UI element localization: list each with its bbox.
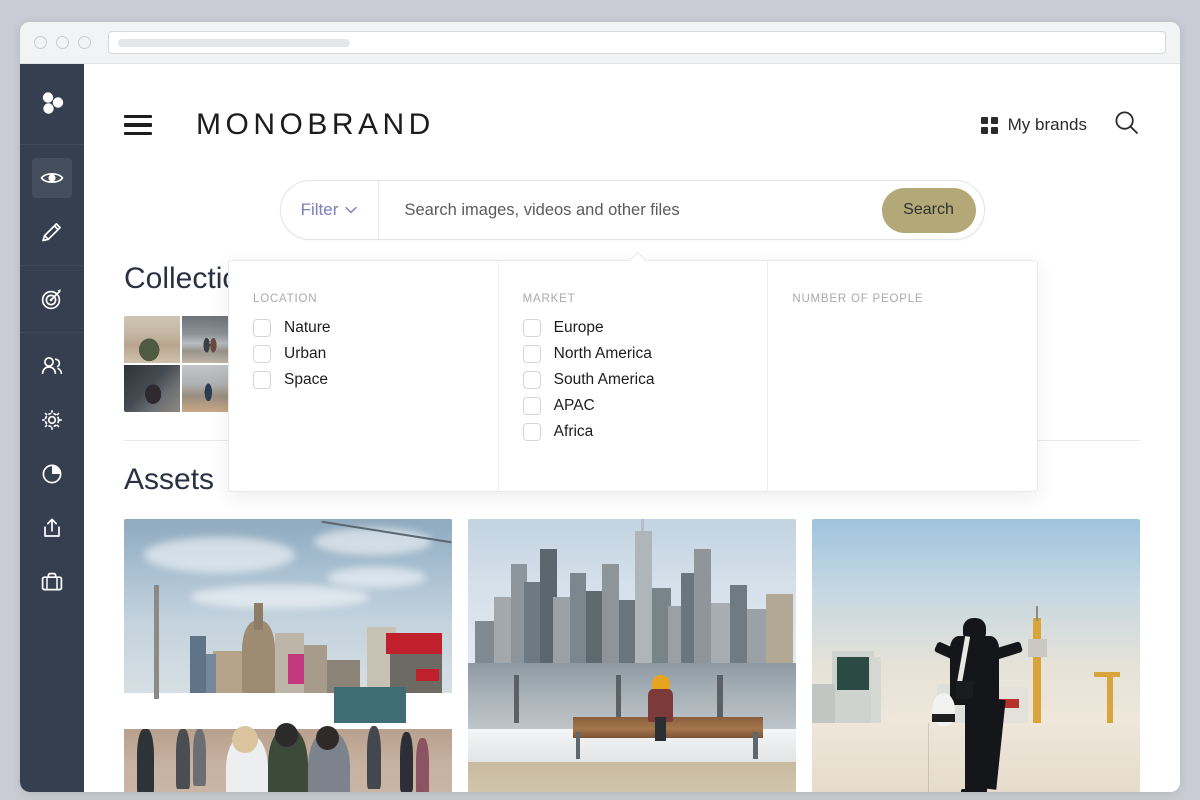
asset-thumbnail (468, 519, 796, 792)
target-icon (32, 279, 72, 319)
monobrand-logo-mark-icon (32, 83, 72, 123)
filter-option-south-america[interactable]: South America (522, 371, 768, 389)
search-icon[interactable] (1113, 109, 1140, 141)
filter-option-europe[interactable]: Europe (522, 319, 768, 337)
filter-dropdown-button[interactable]: Filter (281, 181, 379, 239)
collection-thumb (124, 316, 180, 363)
url-bar[interactable] (108, 31, 1166, 54)
briefcase-icon (32, 562, 72, 602)
eye-icon (32, 158, 72, 198)
asset-thumbnail (124, 519, 452, 792)
filter-label: Filter (300, 200, 339, 219)
url-placeholder-pill (118, 38, 350, 47)
traffic-lights (34, 36, 91, 49)
checkbox[interactable] (253, 319, 271, 337)
browser-window: MONOBRAND My brands Filter Search images… (20, 22, 1180, 792)
checkbox[interactable] (522, 423, 541, 441)
filter-column-title: LOCATION (253, 293, 318, 305)
sidebar-group-3 (20, 333, 84, 792)
sidebar-item-campaigns[interactable] (20, 272, 84, 326)
pie-chart-icon (32, 454, 72, 494)
sidebar (20, 64, 84, 792)
minimize-window-dot[interactable] (56, 36, 69, 49)
my-brands-label: My brands (1007, 115, 1087, 134)
sidebar-item-people[interactable] (20, 339, 84, 393)
filter-column-location: LOCATION Nature Urban Space (229, 261, 499, 491)
checkbox[interactable] (253, 345, 271, 363)
search-button[interactable]: Search (881, 187, 976, 233)
collection-thumb (124, 365, 180, 412)
asset-new-york-skyline-bench[interactable] (468, 519, 796, 792)
maximize-window-dot[interactable] (78, 36, 91, 49)
filter-option-label: Africa (553, 423, 594, 440)
sidebar-item-share[interactable] (20, 501, 84, 555)
sidebar-group-1 (20, 145, 84, 266)
filter-option-label: South America (553, 371, 655, 388)
filter-column-title: MARKET (522, 293, 576, 305)
filter-panel-caret (629, 252, 646, 261)
search-bar: Filter Search (279, 180, 985, 240)
collection-tile[interactable] (124, 316, 238, 412)
sidebar-item-create[interactable] (20, 205, 84, 259)
page-viewport: MONOBRAND My brands Filter Search images… (20, 64, 1180, 792)
filter-option-africa[interactable]: Africa (522, 423, 768, 441)
filter-option-north-america[interactable]: North America (522, 345, 768, 363)
asset-melbourne-flinders-street[interactable] (124, 519, 452, 792)
users-icon (32, 346, 72, 386)
checkbox[interactable] (522, 397, 541, 415)
checkbox[interactable] (522, 371, 541, 389)
filter-dropdown-panel: LOCATION Nature Urban Space MARKET Europ… (228, 260, 1038, 492)
upload-icon (32, 508, 72, 548)
filter-option-urban[interactable]: Urban (253, 345, 498, 363)
checkbox[interactable] (522, 345, 541, 363)
close-window-dot[interactable] (34, 36, 47, 49)
filter-column-title: NUMBER OF PEOPLE (792, 293, 924, 305)
filter-option-label: North America (553, 345, 652, 362)
filter-option-label: Space (284, 371, 328, 388)
page-title: MONOBRAND (196, 108, 435, 141)
pencil-icon (32, 212, 72, 252)
sidebar-logo[interactable] (20, 76, 84, 130)
asset-rooftop-man-helmet[interactable] (812, 519, 1140, 792)
asset-thumbnail (812, 519, 1140, 792)
filter-column-market: MARKET Europe North America South Americ… (499, 261, 769, 491)
search-input[interactable] (378, 181, 882, 239)
filter-option-label: Nature (284, 319, 331, 336)
header-actions: My brands (980, 109, 1140, 141)
main-content: MONOBRAND My brands Filter Search images… (84, 64, 1180, 792)
checkbox[interactable] (253, 371, 271, 389)
app-header: MONOBRAND My brands (84, 64, 1180, 156)
sidebar-item-analytics[interactable] (20, 447, 84, 501)
chevron-down-icon (345, 206, 358, 214)
checkbox[interactable] (522, 319, 541, 337)
assets-grid (124, 519, 1140, 792)
hamburger-icon[interactable] (124, 114, 152, 136)
grid-icon (980, 116, 998, 134)
browser-chrome (20, 22, 1180, 64)
filter-column-number-of-people: NUMBER OF PEOPLE (768, 261, 1037, 491)
gear-icon (32, 400, 72, 440)
sidebar-logo-group (20, 64, 84, 145)
filter-option-apac[interactable]: APAC (522, 397, 768, 415)
sidebar-group-2 (20, 266, 84, 333)
sidebar-item-settings[interactable] (20, 393, 84, 447)
sidebar-item-brand-kit[interactable] (20, 555, 84, 609)
filter-option-label: APAC (553, 397, 595, 414)
search-bar-row: Filter Search (84, 180, 1180, 240)
filter-option-nature[interactable]: Nature (253, 319, 498, 337)
filter-option-label: Europe (553, 319, 604, 336)
filter-option-label: Urban (284, 345, 327, 362)
filter-option-space[interactable]: Space (253, 371, 498, 389)
sidebar-item-discover[interactable] (20, 151, 84, 205)
my-brands-button[interactable]: My brands (980, 115, 1087, 135)
